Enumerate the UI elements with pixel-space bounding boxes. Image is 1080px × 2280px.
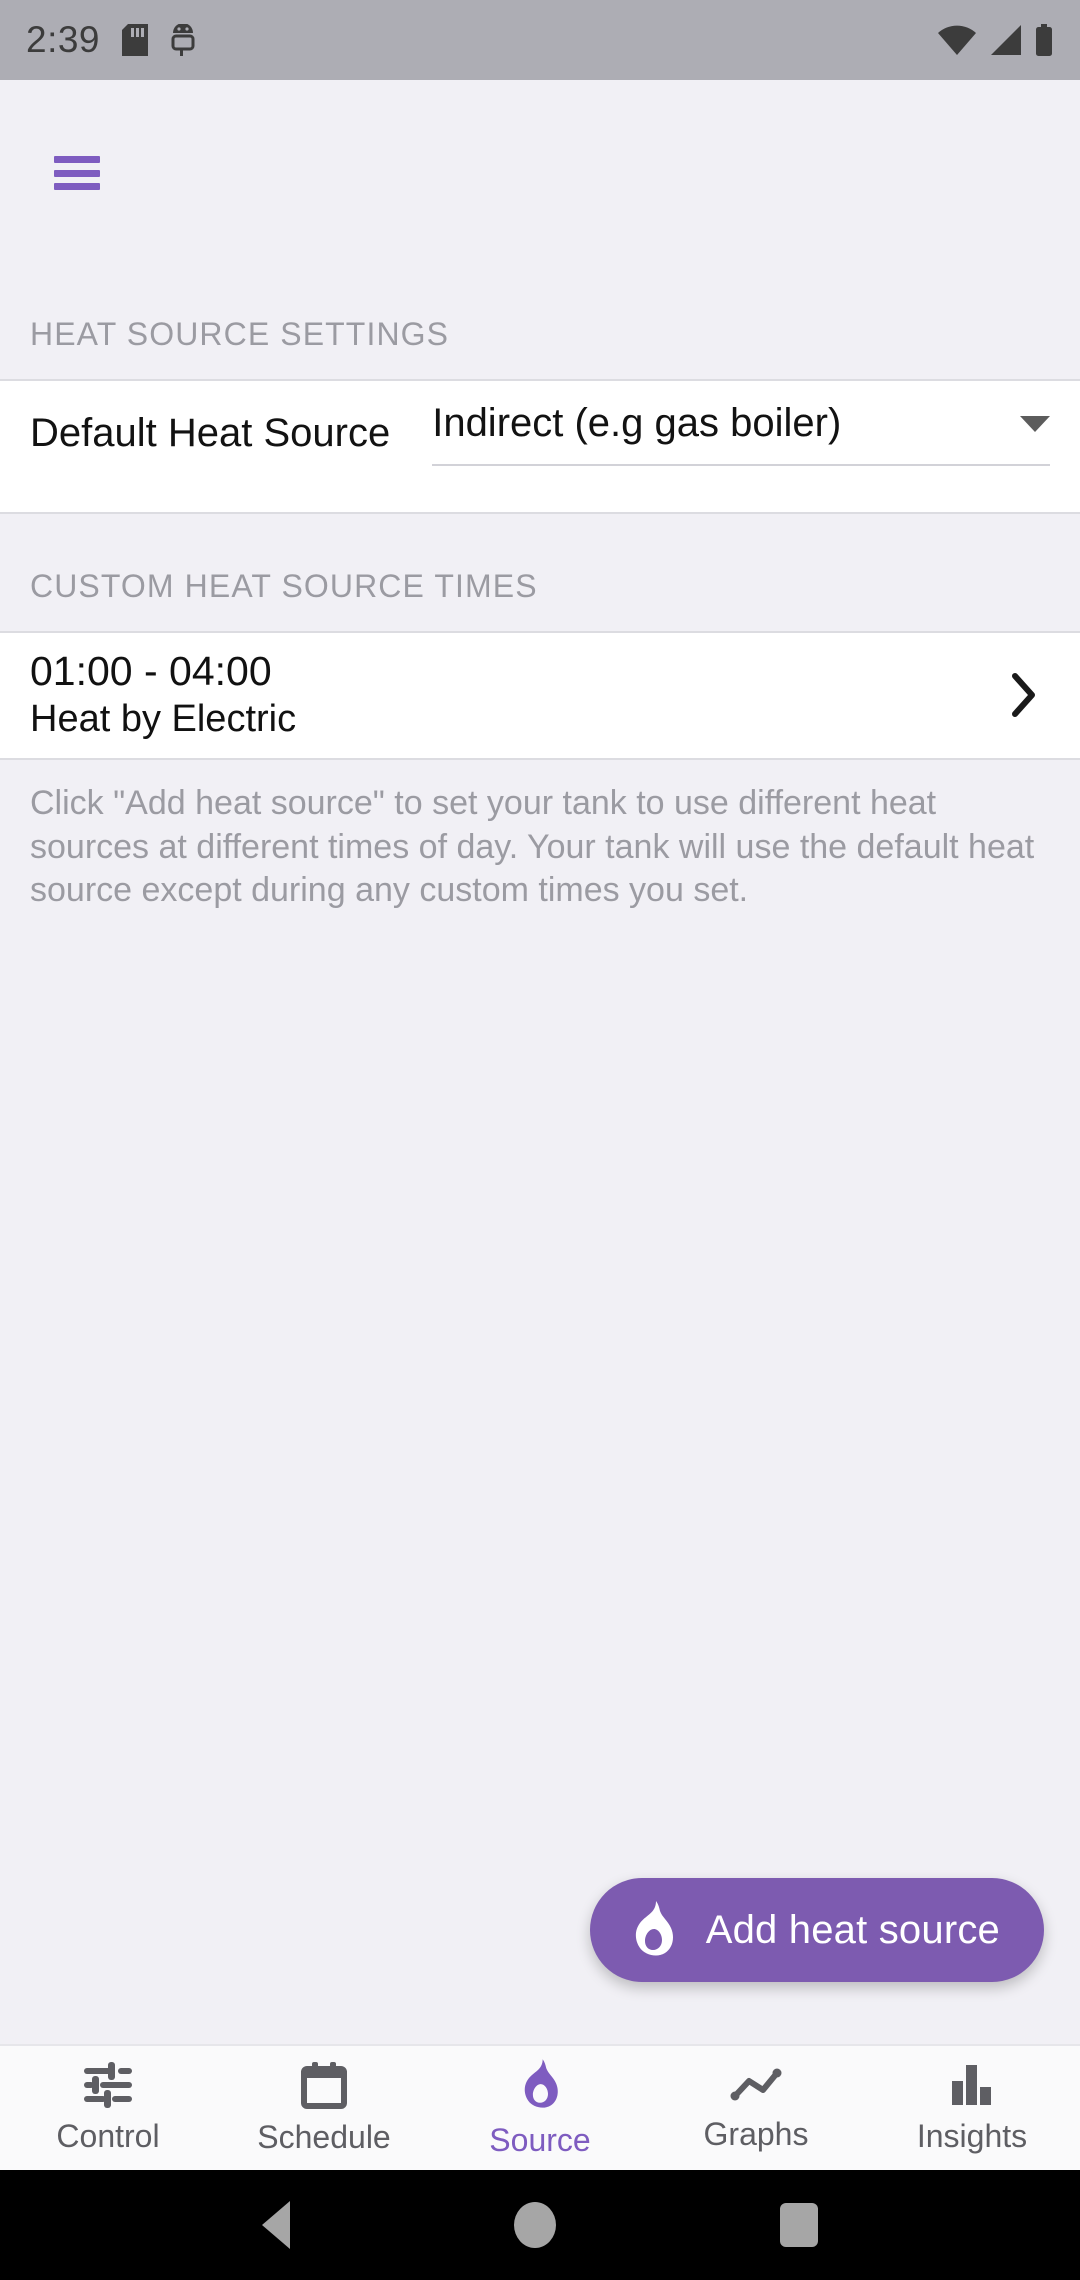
custom-heat-source-hint: Click "Add heat source" to set your tank… (30, 784, 1035, 910)
add-heat-source-button[interactable]: Add heat source (589, 1878, 1044, 1982)
status-clock: 2:39 (26, 19, 101, 60)
chevron-down-icon (1020, 415, 1050, 432)
android-navigation-bar (0, 2170, 1080, 2280)
home-circle-icon[interactable] (514, 2202, 556, 2248)
recents-square-icon[interactable] (780, 2203, 818, 2247)
nav-label-source: Source (489, 2122, 591, 2158)
default-heat-source-value: Indirect (e.g gas boiler) (432, 401, 842, 445)
list-item[interactable]: 01:00 - 04:00 Heat by Electric (0, 633, 1080, 758)
section-header-custom-heat-source-times: CUSTOM HEAT SOURCE TIMES (30, 568, 538, 604)
main-content: HEAT SOURCE SETTINGS Default Heat Source… (0, 266, 1080, 2044)
tune-sliders-icon (82, 2061, 134, 2109)
app-screen: 2:39 HEAT SOURCE SETTINGS Default Heat S… (0, 0, 1080, 2280)
status-bar-right (938, 24, 1054, 56)
hamburger-bar (54, 156, 100, 163)
battery-icon (1034, 24, 1054, 56)
app-bar (0, 80, 1080, 266)
back-triangle-icon[interactable] (262, 2201, 290, 2249)
hamburger-bar (54, 183, 100, 190)
status-bar-left: 2:39 (26, 19, 196, 61)
default-heat-source-row: Default Heat Source Indirect (e.g gas bo… (0, 381, 1080, 512)
hamburger-bar (54, 169, 100, 177)
default-heat-source-dropdown[interactable]: Indirect (e.g gas boiler) (432, 401, 1050, 466)
nav-label-schedule: Schedule (257, 2119, 391, 2155)
nav-label-insights: Insights (916, 2118, 1028, 2154)
heat-source-settings-card: Default Heat Source Indirect (e.g gas bo… (0, 379, 1080, 514)
nav-label-graphs: Graphs (703, 2116, 809, 2152)
sd-card-icon (122, 24, 149, 56)
add-heat-source-label: Add heat source (705, 1907, 1000, 1952)
nav-item-source[interactable]: Source (432, 2046, 648, 2170)
hamburger-menu-icon[interactable] (54, 156, 100, 190)
nav-item-control[interactable]: Control (0, 2046, 216, 2170)
chevron-right-icon (1008, 670, 1038, 720)
nav-label-control: Control (56, 2118, 160, 2154)
default-heat-source-label: Default Heat Source (30, 411, 391, 455)
section-header-heat-source-settings: HEAT SOURCE SETTINGS (30, 316, 450, 352)
nav-item-insights[interactable]: Insights (864, 2046, 1080, 2170)
bar-chart-icon (948, 2061, 996, 2109)
android-debug-icon (170, 24, 196, 56)
custom-heat-source-times-card: 01:00 - 04:00 Heat by Electric (0, 631, 1080, 761)
nav-item-schedule[interactable]: Schedule (216, 2046, 432, 2170)
bottom-navigation: Control Schedule Source Graphs Insights (0, 2044, 1080, 2170)
cellular-signal-icon (989, 25, 1021, 55)
status-bar: 2:39 (0, 0, 1080, 80)
line-chart-icon (730, 2063, 782, 2107)
custom-time-range: 01:00 - 04:00 (30, 648, 272, 694)
nav-item-graphs[interactable]: Graphs (648, 2046, 864, 2170)
custom-time-description: Heat by Electric (30, 698, 297, 741)
calendar-icon (299, 2060, 349, 2110)
flame-icon (626, 1899, 680, 1961)
flame-icon (516, 2057, 564, 2113)
custom-time-entry-texts: 01:00 - 04:00 Heat by Electric (30, 647, 296, 742)
wifi-icon (938, 25, 976, 55)
